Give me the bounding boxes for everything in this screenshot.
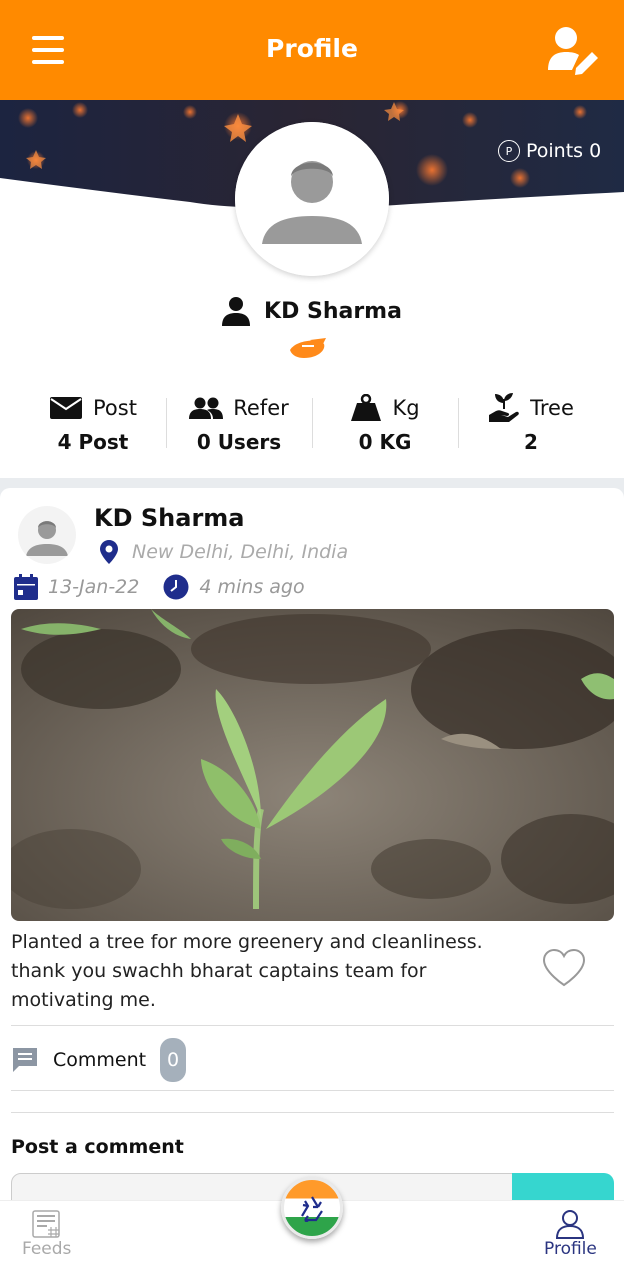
stat-post-label: Post: [93, 396, 137, 420]
post-location-text: New Delhi, Delhi, India: [132, 541, 349, 563]
clock-icon: [163, 574, 189, 600]
stat-refer-label: Refer: [233, 396, 289, 420]
divider: [11, 1025, 614, 1026]
users-icon: [189, 397, 224, 419]
plant-hand-icon: [489, 393, 519, 422]
points-label: Points 0: [526, 140, 602, 162]
location-pin-icon: [100, 540, 118, 564]
stat-refer[interactable]: Refer 0 Users: [166, 390, 312, 460]
stat-refer-value: 0 Users: [196, 430, 282, 454]
post-author-avatar[interactable]: [18, 506, 76, 564]
post-time-ago: 4 mins ago: [199, 576, 305, 598]
captain-badge-icon: [290, 338, 326, 358]
mail-icon: [50, 397, 83, 419]
divider: [11, 1112, 614, 1113]
post-author-name[interactable]: KD Sharma: [94, 504, 244, 532]
app-bar: Profile: [0, 0, 624, 100]
divider: [11, 1090, 614, 1091]
post-caption: Planted a tree for more greenery and cle…: [11, 931, 483, 1011]
profile-avatar[interactable]: [235, 122, 389, 276]
edit-profile-icon[interactable]: [546, 24, 602, 76]
post-date: 13-Jan-22: [48, 576, 140, 598]
stat-kg[interactable]: Kg 0 KG: [312, 390, 458, 460]
recycle-action-button[interactable]: [281, 1177, 343, 1239]
post-meta: 13-Jan-22 4 mins ago: [14, 574, 305, 600]
points-display: P Points 0: [498, 140, 601, 162]
comment-label: Comment: [53, 1049, 147, 1071]
weight-icon: [351, 394, 382, 421]
nav-feeds[interactable]: Feeds: [22, 1209, 71, 1259]
like-heart-icon[interactable]: [542, 948, 586, 988]
profile-name: KD Sharma: [264, 298, 402, 324]
recycle-icon: [301, 1196, 323, 1222]
stat-tree-label: Tree: [530, 396, 574, 420]
page-title: Profile: [266, 34, 358, 63]
points-icon: P: [498, 140, 520, 162]
calendar-icon: [14, 574, 38, 600]
post-comment-heading: Post a comment: [11, 1136, 184, 1158]
post-card: KD Sharma New Delhi, Delhi, India 13-Jan…: [0, 488, 624, 1213]
post-image[interactable]: [11, 609, 614, 921]
profile-card: P Points 0 KD Sharma Post 4 Post Refer 0…: [0, 100, 624, 478]
comment-row[interactable]: Comment 0: [11, 1038, 187, 1082]
profile-name-row: KD Sharma: [0, 296, 624, 326]
stat-post-value: 4 Post: [57, 430, 129, 454]
feeds-icon: [31, 1210, 60, 1238]
stat-tree-value: 2: [524, 430, 538, 454]
stat-post[interactable]: Post 4 Post: [20, 390, 166, 460]
stat-kg-value: 0 KG: [358, 430, 412, 454]
stat-kg-label: Kg: [392, 396, 420, 420]
profile-stats: Post 4 Post Refer 0 Users Kg 0 KG Tree 2: [20, 390, 604, 460]
post-location: New Delhi, Delhi, India: [100, 540, 348, 564]
profile-icon: [556, 1210, 585, 1239]
nav-profile-label: Profile: [544, 1239, 597, 1259]
nav-profile[interactable]: Profile: [544, 1209, 597, 1259]
comment-icon: [13, 1048, 37, 1072]
nav-feeds-label: Feeds: [22, 1239, 72, 1259]
comment-count-badge: 0: [160, 1038, 187, 1082]
stat-tree[interactable]: Tree 2: [458, 390, 604, 460]
person-icon: [222, 297, 251, 326]
